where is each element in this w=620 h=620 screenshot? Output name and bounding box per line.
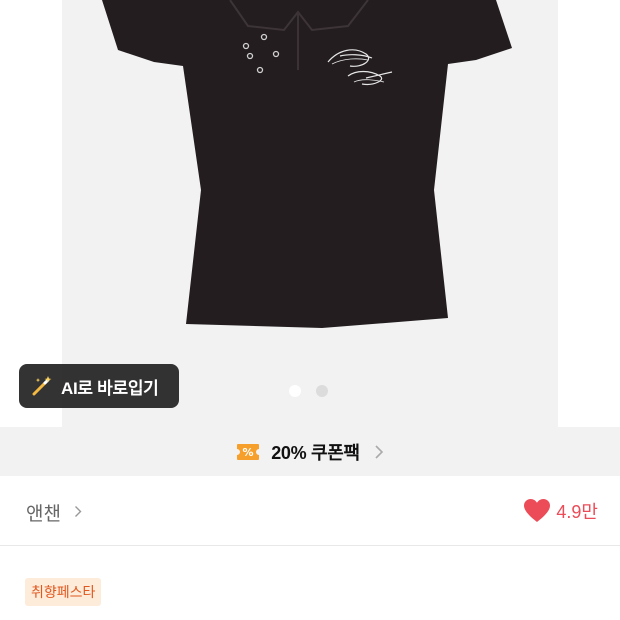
event-tag[interactable]: 취향페스타: [25, 578, 102, 606]
carousel-indicator: [289, 385, 328, 397]
event-tag-label: 취향페스타: [31, 584, 96, 600]
seller-row: 앤챈 4.9만: [0, 476, 620, 546]
ai-try-on-button[interactable]: AI로 바로입기: [19, 364, 179, 408]
like-count: 4.9만: [556, 502, 598, 522]
ai-try-on-label: AI로 바로입기: [61, 378, 159, 398]
coupon-pack-label: 20% 쿠폰팩: [271, 442, 360, 463]
carousel-dot-active[interactable]: [289, 385, 301, 397]
carousel-dot[interactable]: [316, 385, 328, 397]
chevron-right-icon: [375, 444, 383, 459]
like-button[interactable]: 4.9만: [524, 498, 598, 524]
product-image-gallery[interactable]: AI로 바로입기: [0, 0, 620, 427]
chevron-right-icon: [75, 506, 82, 517]
magic-wand-icon: [32, 376, 52, 396]
coupon-ticket-icon: %: [237, 443, 260, 460]
coupon-pack-banner[interactable]: % 20% 쿠폰팩: [0, 427, 620, 476]
product-image: [102, 0, 512, 328]
heart-icon: [524, 499, 551, 522]
svg-text:%: %: [243, 446, 254, 459]
seller-name-link[interactable]: 앤챈: [26, 499, 61, 526]
